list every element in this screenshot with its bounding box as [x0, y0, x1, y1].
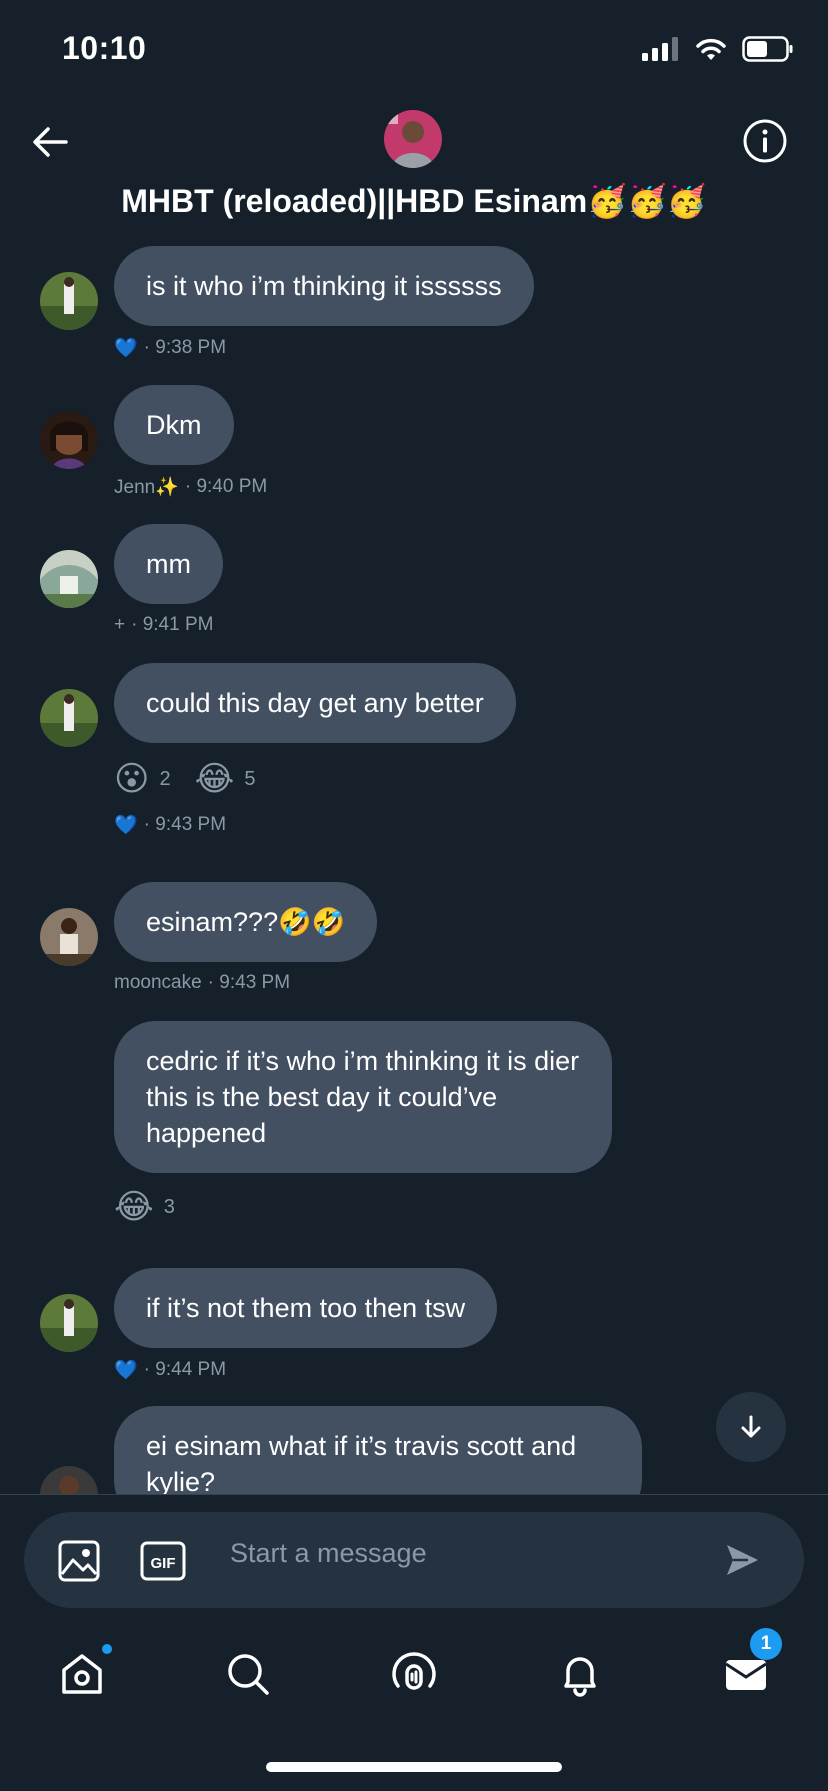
message-time: · 9:38 PM	[143, 337, 227, 358]
reaction-chip[interactable]: 😂 5	[195, 759, 256, 799]
sender-avatar[interactable]	[40, 1466, 98, 1494]
status-bar: 10:10	[0, 0, 828, 100]
message-time: · 9:41 PM	[131, 614, 214, 635]
tab-home[interactable]	[56, 1644, 112, 1700]
message-meta: mooncake · 9:43 PM	[114, 972, 290, 994]
group-avatar-image	[384, 110, 442, 168]
bell-icon	[564, 1657, 596, 1697]
message-bubble[interactable]: if it’s not them too then tsw	[114, 1268, 498, 1348]
reactions-row: 😮 2 😂 5	[114, 759, 255, 799]
reaction-chip[interactable]: 😮 2	[114, 759, 171, 799]
wifi-icon	[696, 38, 726, 60]
message-meta: Jenn✨ · 9:40 PM	[114, 475, 267, 499]
bottom-tab-bar: 1	[0, 1620, 828, 1730]
spaces-icon	[392, 1652, 436, 1690]
tab-messages[interactable]: 1	[720, 1628, 782, 1700]
reactions-row: 😂 3	[114, 1187, 175, 1227]
avatar-image	[40, 908, 98, 966]
sender-avatar[interactable]	[40, 411, 98, 469]
reaction-count: 2	[159, 767, 171, 790]
info-icon	[743, 119, 787, 163]
messages-badge: 1	[750, 1628, 782, 1660]
add-gif-button[interactable]: GIF	[140, 1541, 186, 1586]
sender-name: +	[114, 614, 126, 635]
message-time: · 9:43 PM	[143, 814, 227, 835]
message-bubble[interactable]: ei esinam what if it’s travis scott and …	[114, 1406, 642, 1494]
message-meta: 💙 · 9:44 PM	[114, 1358, 226, 1382]
sender-avatar[interactable]	[40, 908, 98, 966]
reaction-count: 5	[244, 767, 256, 790]
message-meta: + · 9:41 PM	[114, 614, 213, 636]
reaction-emoji: 😂	[194, 760, 235, 798]
home-icon	[62, 1654, 102, 1694]
message-meta: 💙 · 9:43 PM	[114, 813, 226, 837]
avatar-image	[40, 411, 98, 469]
gif-icon: GIF	[140, 1541, 186, 1581]
message-bubble[interactable]: cedric if it’s who i’m thinking it is di…	[114, 1021, 612, 1173]
send-icon	[727, 1545, 758, 1575]
message-time: · 9:44 PM	[143, 1359, 227, 1380]
sender-name: 💙	[114, 338, 138, 359]
gif-label: GIF	[151, 1555, 176, 1572]
message-time: · 9:40 PM	[184, 476, 268, 497]
message-bubble[interactable]: is it who i’m thinking it issssss	[114, 246, 534, 326]
signal-icon	[642, 37, 678, 61]
info-button[interactable]	[742, 118, 788, 164]
sender-avatar[interactable]	[40, 1294, 98, 1352]
message-bubble[interactable]: Dkm	[114, 385, 234, 465]
avatar-image	[40, 550, 98, 608]
message-time: · 9:43 PM	[207, 972, 291, 993]
conversation-title: MHBT (reloaded)||HBD Esinam🥳🥳🥳	[121, 183, 707, 219]
arrow-down-icon	[741, 1415, 761, 1438]
sender-avatar[interactable]	[40, 272, 98, 330]
sender-name: 💙	[114, 815, 138, 836]
sender-name: 💙	[114, 1360, 138, 1381]
avatar-image	[40, 689, 98, 747]
conversation-header: MHBT (reloaded)||HBD Esinam🥳🥳🥳	[0, 100, 828, 230]
message-bubble[interactable]: esinam???🤣🤣	[114, 882, 378, 962]
back-arrow-icon	[33, 127, 68, 157]
reaction-count: 3	[163, 1195, 175, 1218]
composer-divider	[0, 1494, 828, 1495]
message-meta: 💙 · 9:38 PM	[114, 336, 226, 360]
home-indicator	[266, 1762, 562, 1772]
image-icon	[58, 1540, 100, 1582]
sender-avatar[interactable]	[40, 689, 98, 747]
back-button[interactable]	[28, 120, 72, 164]
avatar-image	[40, 1466, 98, 1494]
avatar-image	[40, 272, 98, 330]
tab-notifications[interactable]	[554, 1648, 606, 1700]
message-composer: GIF Start a message	[24, 1512, 804, 1608]
send-button[interactable]	[724, 1542, 760, 1583]
sender-name: mooncake	[114, 972, 202, 993]
message-bubble[interactable]: mm	[114, 524, 223, 604]
status-time: 10:10	[62, 30, 147, 66]
group-avatar[interactable]	[384, 110, 442, 168]
home-notification-dot	[102, 1644, 112, 1654]
tab-search[interactable]	[222, 1648, 274, 1700]
reaction-chip[interactable]: 😂 3	[114, 1187, 175, 1227]
battery-icon	[742, 36, 793, 62]
reaction-emoji: 😮	[114, 760, 150, 798]
message-bubble[interactable]: could this day get any better	[114, 663, 516, 743]
sender-name: Jenn✨	[114, 477, 179, 498]
reaction-emoji: 😂	[114, 1188, 154, 1226]
tab-spaces[interactable]	[388, 1648, 440, 1700]
scroll-to-bottom-button[interactable]	[716, 1392, 786, 1462]
message-item-clipped: ei esinam what if it’s travis scott and …	[0, 1406, 828, 1494]
status-icons	[642, 36, 794, 62]
avatar-image	[40, 1294, 98, 1352]
sender-avatar[interactable]	[40, 550, 98, 608]
search-icon	[228, 1654, 269, 1695]
add-image-button[interactable]	[58, 1540, 100, 1587]
message-input[interactable]: Start a message	[230, 1538, 427, 1569]
